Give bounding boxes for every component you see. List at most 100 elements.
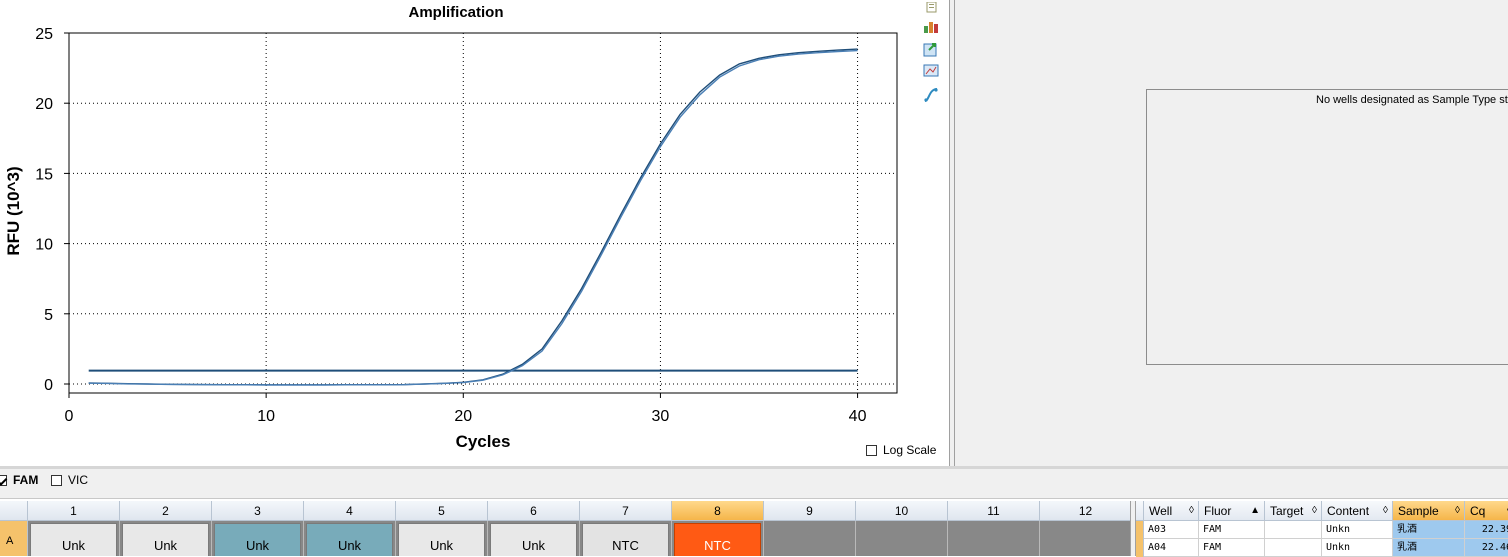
column-header-target[interactable]: Target ◊: [1265, 501, 1322, 521]
plot-area: [68, 32, 898, 394]
plate-well-A3[interactable]: Unk: [212, 521, 304, 556]
plate-well-A12[interactable]: [1040, 521, 1132, 556]
chart-title: Amplification: [408, 4, 503, 21]
curve-icon[interactable]: [922, 87, 940, 103]
y-axis-label: RFU (10^3): [4, 166, 23, 255]
y-tick-label: 0: [44, 377, 53, 394]
table-cell-well[interactable]: A04: [1144, 539, 1199, 557]
column-header-sample[interactable]: Sample ◊: [1393, 501, 1465, 521]
table-cell-target[interactable]: [1265, 521, 1322, 539]
plate-column-header-4[interactable]: 4: [304, 501, 396, 521]
y-tick-label: 10: [35, 237, 53, 254]
y-tick-label: 25: [35, 26, 53, 43]
y-tick-label: 15: [35, 166, 53, 183]
plate-column-header-5[interactable]: 5: [396, 501, 488, 521]
fluor-vic-checkbox[interactable]: [51, 474, 62, 486]
plate-well-A5[interactable]: Unk: [396, 521, 488, 556]
plate-column-header-8[interactable]: 8: [672, 501, 764, 521]
standard-curve-message: No wells designated as Sample Type stand…: [1316, 94, 1508, 106]
y-tick-label: 5: [44, 307, 53, 324]
plate-column-header-7[interactable]: 7: [580, 501, 672, 521]
plate-column-header-10[interactable]: 10: [856, 501, 948, 521]
plate-well-A8[interactable]: NTC: [672, 521, 764, 556]
fluor-fam-label: FAM: [13, 473, 39, 487]
plate-well-A2[interactable]: Unk: [120, 521, 212, 556]
x-tick-label: 10: [257, 408, 275, 425]
plate-well-A4[interactable]: Unk: [304, 521, 396, 556]
well-content: NTC: [674, 523, 761, 556]
log-scale-toggle[interactable]: Log Scale: [866, 443, 936, 457]
plate-view: A 1 2 3 4 5 6 7 8 9 10 11 12 Unk Unk Unk Unk Unk Unk NTC NT…: [0, 501, 1132, 556]
fluor-vic-label: VIC: [68, 473, 89, 487]
fluor-selector-bar: FAM VIC: [0, 469, 1508, 499]
amplification-chart: 0 10 20 30 40 0 5 10 15 20 25 Amplification Cycles RF…: [4, 4, 898, 451]
fluor-fam-toggle[interactable]: FAM: [0, 473, 38, 487]
log-scale-checkbox[interactable]: [866, 444, 877, 456]
column-header-label: Sample: [1398, 504, 1439, 518]
well-content: Unk: [398, 523, 485, 556]
sort-icon[interactable]: ◊: [1312, 501, 1317, 521]
plate-row-header[interactable]: A: [0, 521, 28, 556]
column-header-label: Content: [1327, 504, 1370, 518]
fluor-vic-toggle[interactable]: VIC: [51, 473, 88, 487]
table-cell-sample[interactable]: 乳酒: [1393, 539, 1465, 557]
table-cell-cq[interactable]: 22.39: [1465, 521, 1508, 539]
column-header-label: Well: [1149, 504, 1173, 518]
sort-icon[interactable]: ◊: [1383, 501, 1388, 521]
table-cell-fluor[interactable]: FAM: [1199, 539, 1265, 557]
column-header-label: Target: [1270, 504, 1304, 518]
table-cell-content[interactable]: Unkn: [1322, 539, 1393, 557]
table-cell-cq[interactable]: 22.46: [1465, 539, 1508, 557]
chart-toolbar: [920, 0, 946, 110]
table-row-header[interactable]: [1136, 521, 1144, 539]
column-header-cq[interactable]: Cq◊: [1465, 501, 1508, 521]
copy-icon[interactable]: [922, 0, 940, 16]
column-header-fluor[interactable]: Fluor ▲: [1199, 501, 1265, 521]
column-header-content[interactable]: Content ◊: [1322, 501, 1393, 521]
plate-column-header-9[interactable]: 9: [764, 501, 856, 521]
column-header-label: Fluor: [1204, 504, 1232, 518]
well-content: Unk: [122, 523, 209, 556]
well-content: Unk: [214, 523, 301, 556]
well-content: Unk: [490, 523, 577, 556]
chart-settings-icon[interactable]: [922, 63, 940, 79]
plate-well-A9[interactable]: [764, 521, 856, 556]
plate-column-header-2[interactable]: 2: [120, 501, 212, 521]
sort-icon[interactable]: ◊: [1189, 501, 1194, 521]
export-chart-icon[interactable]: [922, 18, 940, 34]
table-cell-fluor[interactable]: FAM: [1199, 521, 1265, 539]
plate-column-header-12[interactable]: 12: [1040, 501, 1132, 521]
x-axis-label: Cycles: [456, 432, 511, 451]
plate-well-A10[interactable]: [856, 521, 948, 556]
plate-well-A6[interactable]: Unk: [488, 521, 580, 556]
plate-corner[interactable]: [0, 501, 28, 521]
table-cell-target[interactable]: [1265, 539, 1322, 557]
plate-well-A1[interactable]: Unk: [28, 521, 120, 556]
well-content: NTC: [582, 523, 669, 556]
sort-icon[interactable]: ◊: [1455, 501, 1460, 521]
fluor-fam-checkbox[interactable]: [0, 474, 7, 486]
results-table: Well◊Fluor▲Target◊Content◊Sample◊Cq◊A03F…: [1136, 501, 1508, 557]
refresh-icon[interactable]: [922, 41, 940, 57]
table-corner[interactable]: [1136, 501, 1144, 521]
sort-icon[interactable]: ▲: [1250, 501, 1260, 521]
plate-column-header-6[interactable]: 6: [488, 501, 580, 521]
table-cell-well[interactable]: A03: [1144, 521, 1199, 539]
plate-well-A7[interactable]: NTC: [580, 521, 672, 556]
column-header-label: Cq: [1470, 504, 1486, 518]
x-tick-label: 30: [652, 408, 670, 425]
table-row-header[interactable]: [1136, 539, 1144, 557]
standard-curve-box: No wells designated as Sample Type stand…: [1146, 89, 1508, 365]
plate-well-A11[interactable]: [948, 521, 1040, 556]
well-content: Unk: [306, 523, 393, 556]
log-scale-label: Log Scale: [883, 443, 937, 457]
x-tick-label: 0: [65, 408, 74, 425]
table-cell-content[interactable]: Unkn: [1322, 521, 1393, 539]
plate-column-header-1[interactable]: 1: [28, 501, 120, 521]
column-header-well[interactable]: Well ◊: [1144, 501, 1199, 521]
plate-column-header-3[interactable]: 3: [212, 501, 304, 521]
amplification-chart-panel: 0 10 20 30 40 0 5 10 15 20 25 Amplification Cycles RF…: [0, 0, 945, 466]
table-cell-sample[interactable]: 乳酒: [1393, 521, 1465, 539]
y-tick-label: 20: [35, 96, 53, 113]
plate-column-header-11[interactable]: 11: [948, 501, 1040, 521]
